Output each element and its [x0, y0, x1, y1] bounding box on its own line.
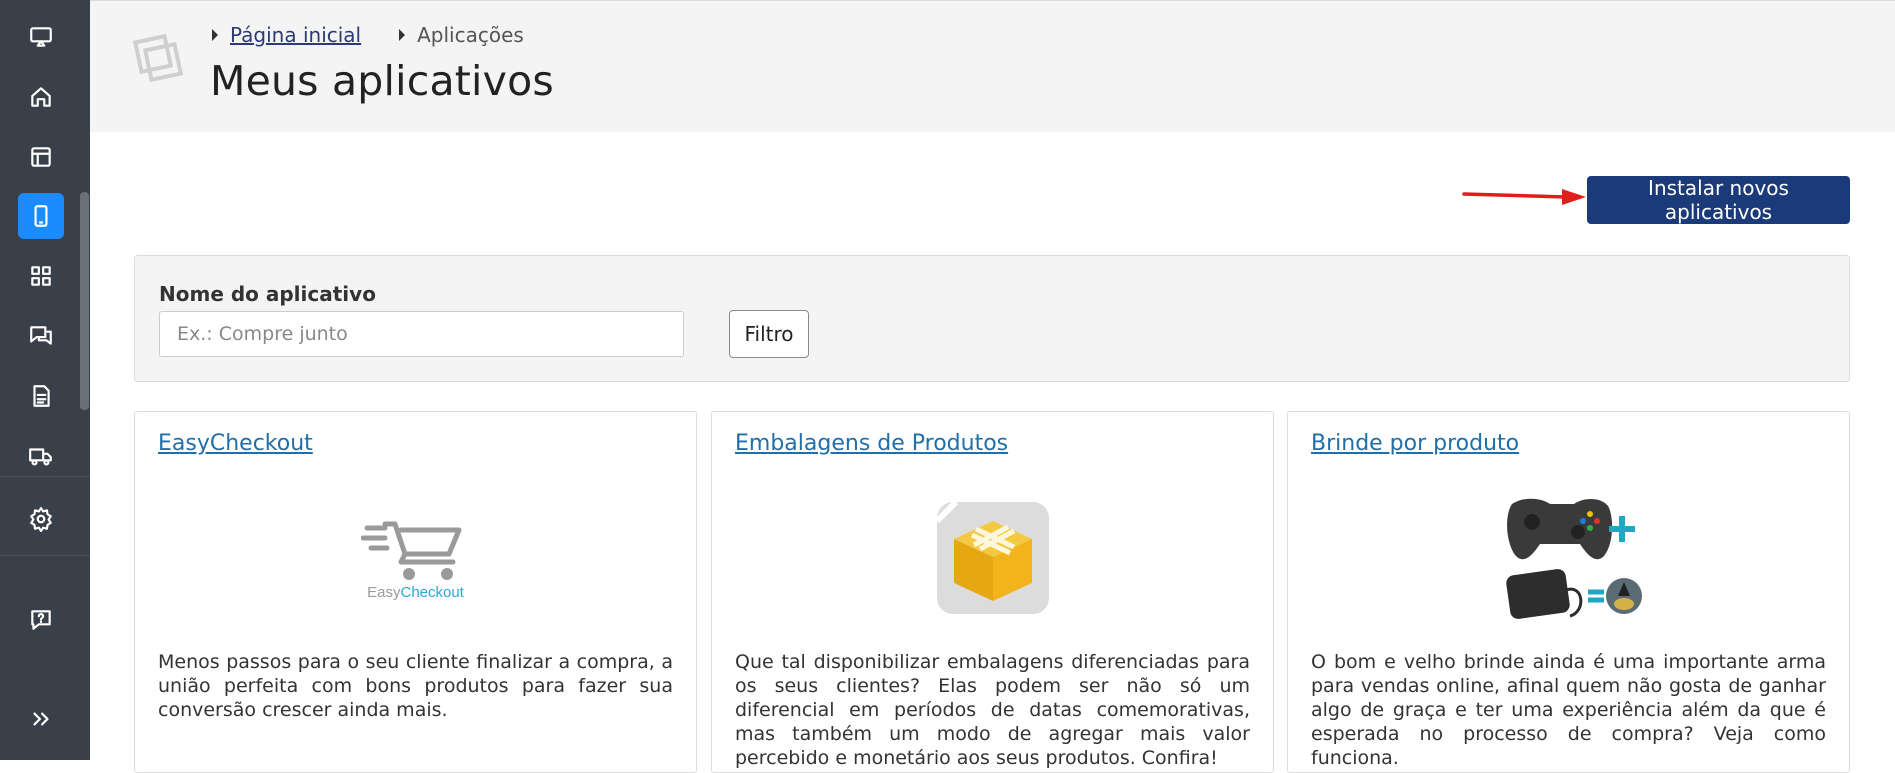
app-card: Brinde por produto O bom e velho brinde … [1287, 411, 1850, 773]
logo-text-easy: Easy [367, 583, 401, 601]
gift-per-product-image [1288, 492, 1849, 632]
filter-panel: Nome do aplicativo Filtro [134, 255, 1850, 382]
filter-button[interactable]: Filtro [729, 310, 809, 358]
breadcrumb-home: Página inicial [212, 23, 361, 47]
filter-label: Nome do aplicativo [159, 282, 376, 306]
sidebar-scrollbar[interactable] [80, 192, 89, 410]
caret-right-icon [212, 29, 218, 41]
breadcrumb-current-label: Aplicações [417, 23, 524, 47]
sidebar-divider [0, 555, 90, 556]
breadcrumb-current: Aplicações [399, 23, 524, 47]
document-icon[interactable] [18, 373, 64, 419]
mobile-icon[interactable] [18, 193, 64, 239]
help-chat-icon[interactable] [18, 597, 64, 643]
packaging-image [712, 498, 1273, 618]
gear-icon[interactable] [18, 496, 64, 542]
controller-plus-headphones-icon [1505, 498, 1642, 619]
app-card: EasyCheckout EasyCheckout Menos passos p… [134, 411, 697, 773]
easycheckout-logo: EasyCheckout [135, 498, 696, 618]
caret-right-icon [399, 29, 406, 41]
breadcrumb: Página inicial Aplicações [212, 23, 562, 47]
truck-icon[interactable] [18, 433, 64, 479]
app-name-input[interactable] [159, 311, 684, 357]
breadcrumb-home-link[interactable]: Página inicial [230, 23, 361, 47]
cart-icon [360, 521, 461, 580]
install-new-apps-button[interactable]: Instalar novos aplicativos [1587, 176, 1850, 224]
app-card-description: O bom e velho brinde ainda é uma importa… [1311, 651, 1826, 769]
app-card-title-link[interactable]: Embalagens de Produtos [735, 431, 1008, 456]
app-card-description: Menos passos para o seu cliente finaliza… [158, 651, 673, 721]
chat-icon[interactable] [18, 313, 64, 359]
app-card-title-link[interactable]: Brinde por produto [1311, 431, 1519, 456]
gift-box-icon [935, 501, 1049, 614]
app-card: Embalagens de Produtos Que tal disponibi… [711, 411, 1274, 773]
app-card-title-link[interactable]: EasyCheckout [158, 431, 313, 456]
page-title: Meus aplicativos [210, 57, 554, 105]
annotation-arrow-icon [1462, 189, 1586, 205]
layout-icon[interactable] [18, 134, 64, 180]
app-card-description: Que tal disponibilizar embalagens difere… [735, 651, 1250, 769]
sidebar [0, 0, 90, 760]
page-header: Página inicial Aplicações Meus aplicativ… [90, 0, 1895, 132]
home-icon[interactable] [18, 74, 64, 120]
grid-icon[interactable] [18, 253, 64, 299]
cast-icon[interactable] [18, 14, 64, 60]
sidebar-divider [0, 476, 90, 477]
double-chevron-right-icon[interactable] [18, 696, 64, 742]
apps-logo-icon [130, 29, 190, 89]
logo-text-checkout: Checkout [400, 583, 464, 601]
